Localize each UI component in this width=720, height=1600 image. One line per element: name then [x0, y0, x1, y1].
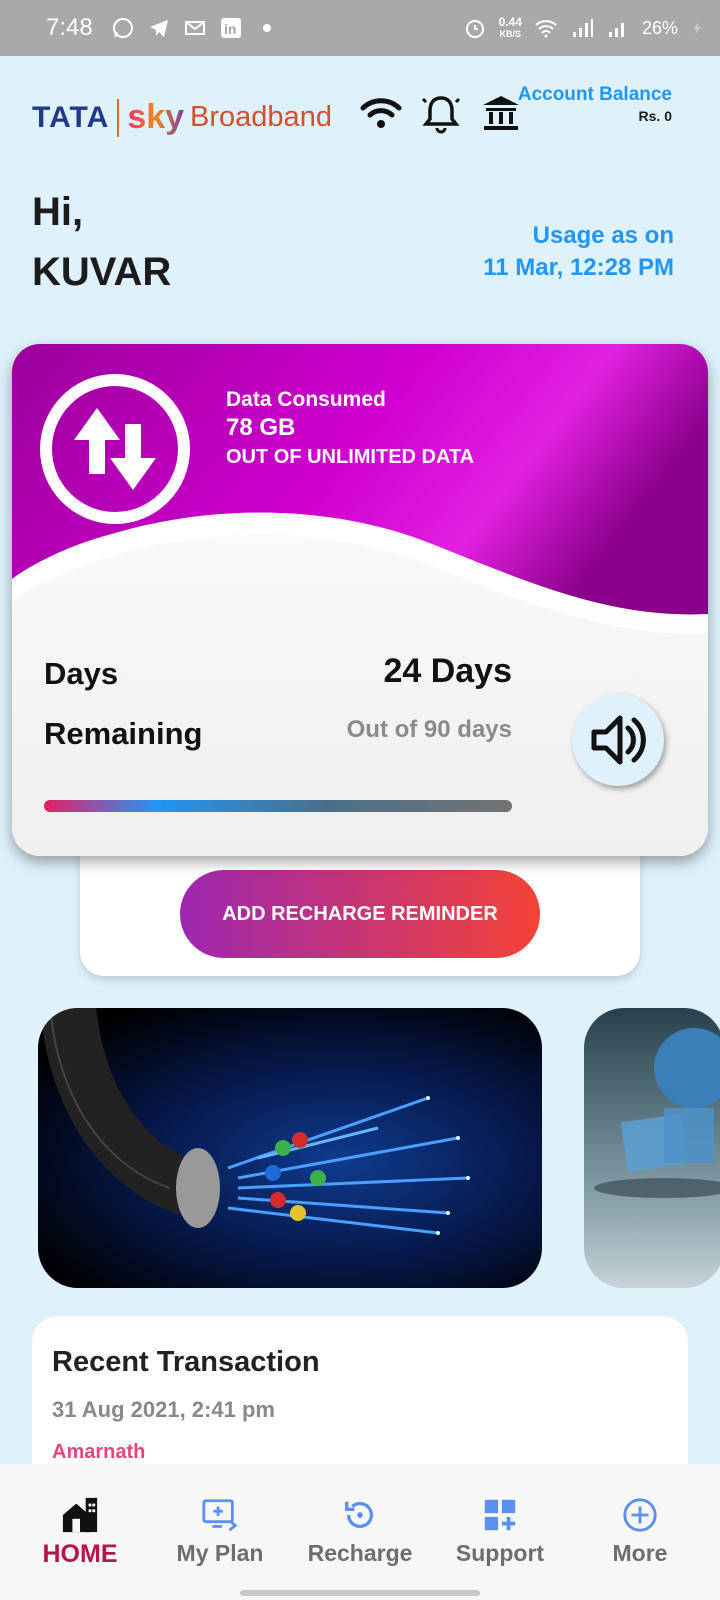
validity-progress-bar [44, 800, 512, 812]
ice-cube-image [594, 1028, 720, 1198]
days-remaining-value: 24 Days [383, 652, 512, 690]
status-bar: 7:48 in 0.44 KB/S 26% [0, 0, 720, 56]
data-plan-text: OUT OF UNLIMITED DATA [226, 446, 475, 468]
support-icon [484, 1499, 516, 1531]
days-remaining-label: Days Remaining [44, 644, 202, 764]
usage-date: 11 Mar, 12:28 PM [483, 254, 674, 281]
nav-support-label: Support [455, 1540, 545, 1566]
linkedin-icon: in [220, 18, 241, 38]
bank-icon[interactable] [480, 92, 522, 134]
whatsapp-icon [112, 18, 133, 38]
nav-more-label: More [612, 1540, 668, 1566]
bell-icon[interactable] [420, 92, 462, 134]
network-speed: 0.44 KB/S [499, 16, 522, 40]
speed-value: 0.44 [498, 15, 522, 29]
transaction-name: Amarnath [52, 1441, 146, 1463]
nav-my-plan-label: My Plan [176, 1540, 264, 1566]
gesture-bar [240, 1590, 480, 1596]
add-recharge-reminder-button[interactable]: ADD RECHARGE REMINDER [180, 870, 540, 958]
nav-support[interactable]: Support [435, 1496, 565, 1600]
validity-progress-fill [44, 800, 512, 812]
nav-home-label: HOME [42, 1540, 118, 1568]
greeting: Hi, KUVAR [32, 182, 171, 302]
recent-transaction-title: Recent Transaction [52, 1346, 320, 1378]
wifi-status-icon [535, 20, 557, 38]
nav-my-plan[interactable]: My Plan [155, 1496, 285, 1600]
logo-tata: TATA [32, 100, 110, 134]
signal-roaming-icon [608, 23, 624, 37]
transaction-date: 31 Aug 2021, 2:41 pm [52, 1397, 275, 1422]
more-icon [623, 1498, 657, 1532]
greeting-hi: Hi, [32, 190, 84, 234]
nav-home[interactable]: HOME [15, 1496, 145, 1600]
tata-sky-broadband-logo: TATA sky Broadband [32, 98, 332, 137]
app-header: TATA sky Broadband Account Balance Rs. 0 [0, 56, 720, 166]
logo-divider [117, 98, 120, 137]
fiber-cable-image [40, 1008, 470, 1235]
dot-icon [262, 24, 271, 32]
usage-timestamp: Usage as on 11 Mar, 12:28 PM [483, 220, 674, 284]
data-transfer-icon [40, 374, 190, 524]
svg-text:in: in [224, 21, 236, 37]
days-total: Out of 90 days [346, 716, 512, 743]
fiber-optic-banner[interactable] [38, 1008, 542, 1288]
balance-value: Rs. 0 [638, 108, 672, 124]
status-time: 7:48 [46, 14, 93, 41]
alarm-icon [465, 20, 484, 38]
nav-recharge[interactable]: Recharge [295, 1496, 425, 1600]
promo-banner-2[interactable] [584, 1008, 720, 1288]
speaker-button[interactable] [572, 694, 664, 786]
user-name: KUVAR [32, 250, 172, 294]
speaker-icon [591, 715, 646, 765]
recharge-icon [345, 1501, 374, 1528]
speed-unit: KB/S [499, 29, 522, 39]
logo-sky: sky [127, 98, 185, 136]
wifi-icon[interactable] [360, 92, 402, 134]
logo-broadband: Broadband [190, 101, 332, 133]
balance-label: Account Balance [517, 84, 672, 105]
data-consumed-value: 78 GB [226, 414, 296, 441]
nav-more[interactable]: More [575, 1496, 705, 1600]
bottom-navigation: HOME My Plan Recharge Support More [0, 1464, 720, 1600]
days-label-line1: Days [44, 656, 119, 691]
charging-icon [693, 22, 701, 34]
home-icon [62, 1497, 98, 1533]
signal-icon [572, 19, 593, 37]
telegram-icon [149, 20, 168, 37]
usage-label: Usage as on [532, 222, 674, 249]
data-usage-card: Data Consumed 78 GB OUT OF UNLIMITED DAT… [12, 344, 708, 856]
data-consumed-label: Data Consumed [226, 388, 386, 411]
battery-level: 26% [641, 17, 678, 38]
account-balance[interactable]: Account Balance Rs. 0 [518, 84, 672, 124]
gmail-icon [184, 21, 205, 35]
days-label-line2: Remaining [44, 716, 203, 751]
plan-icon [202, 1499, 238, 1532]
data-consumed-info: Data Consumed 78 GB OUT OF UNLIMITED DAT… [226, 388, 474, 469]
nav-recharge-label: Recharge [307, 1540, 413, 1566]
